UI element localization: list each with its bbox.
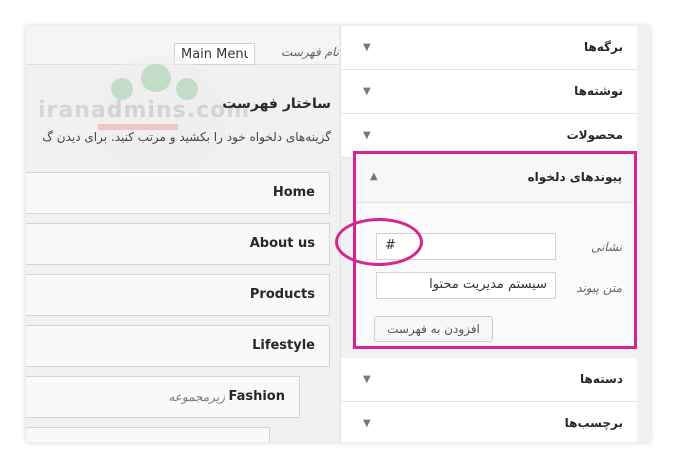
highlight-circle [335, 218, 423, 266]
accordion-tags[interactable]: برچسب‌ها ▼ [341, 402, 637, 442]
menu-item-sub-label: زیرمجموعه [168, 390, 225, 404]
menu-structure-column: نام فهرست iranadmins.com ساختار فهرست گز… [26, 26, 339, 442]
accordion-title: نوشته‌ها [574, 84, 623, 98]
menu-item-about-us[interactable]: About us [26, 223, 330, 265]
triangle-up-icon: ▲ [370, 171, 378, 182]
accordion-title: محصولات [566, 128, 623, 142]
link-text-input[interactable]: سیستم مدیریت محتوا [376, 272, 556, 299]
menu-item-label: Home [272, 185, 315, 200]
menu-structure-description: گزینه‌های دلخواه خود را بکشید و مرتب کنی… [42, 130, 331, 144]
accordion-categories[interactable]: دسته‌ها ▼ [341, 358, 637, 402]
accordion-pages[interactable]: برگه‌ها ▼ [341, 26, 637, 70]
watermark-logo-dot [176, 78, 198, 100]
accordion-title: دسته‌ها [580, 372, 623, 386]
menu-structure-title: ساختار فهرست [222, 96, 331, 112]
accordion-title: برگه‌ها [583, 40, 623, 54]
accordion-posts[interactable]: نوشته‌ها ▼ [341, 70, 637, 114]
custom-links-header[interactable]: پیوندهای دلخواه ▲ [356, 154, 634, 203]
watermark-logo-dot [141, 64, 171, 92]
accordion-title: برچسب‌ها [564, 416, 623, 430]
custom-links-title: پیوندهای دلخواه [527, 170, 622, 184]
menu-item-label: About us [249, 236, 315, 251]
menu-item-partial[interactable] [26, 427, 270, 442]
watermark-text: iranadmins.com [38, 98, 251, 123]
triangle-down-icon: ▼ [363, 374, 371, 385]
triangle-down-icon: ▼ [363, 130, 371, 141]
url-label: نشانی [590, 240, 622, 254]
menu-item-label: Lifestyle [252, 338, 315, 353]
triangle-down-icon: ▼ [363, 42, 371, 53]
link-text-label: متن پیوند [576, 281, 622, 295]
watermark-logo-dot [111, 78, 133, 100]
menu-item-fashion[interactable]: Fashion زیرمجموعه [26, 376, 300, 418]
menu-item-home[interactable]: Home [26, 172, 330, 214]
menu-item-label: Fashion [228, 389, 285, 404]
triangle-down-icon: ▼ [363, 86, 371, 97]
menu-item-products[interactable]: Products [26, 274, 330, 316]
menu-item-label: Products [249, 287, 315, 302]
add-to-menu-button[interactable]: افزودن به فهرست [374, 316, 493, 342]
menu-name-label: نام فهرست [281, 45, 339, 59]
menu-item-lifestyle[interactable]: Lifestyle [26, 325, 330, 367]
triangle-down-icon: ▼ [363, 418, 371, 429]
